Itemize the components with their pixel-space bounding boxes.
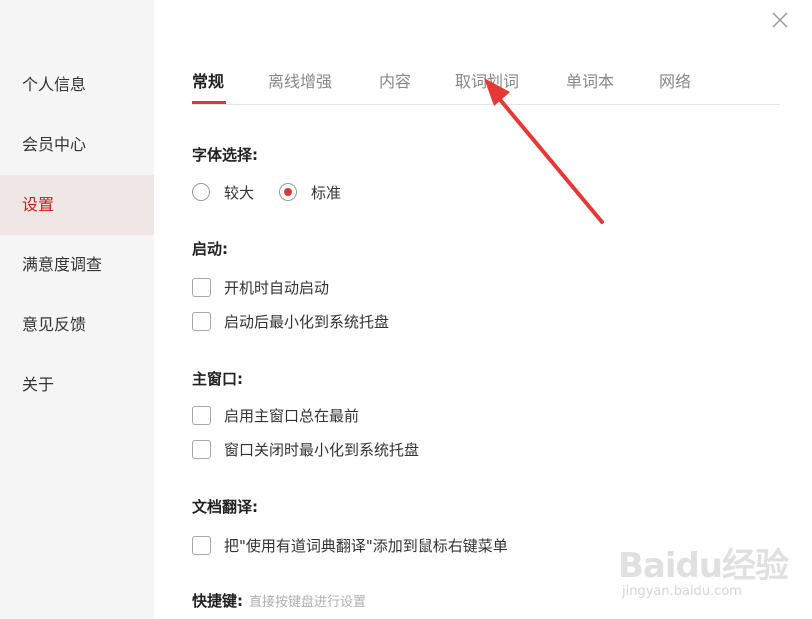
active-tab-underline	[192, 101, 226, 104]
font-section-title: 字体选择:	[192, 146, 258, 164]
baidu-watermark: Baidu经验 jingyan.baidu.com	[612, 532, 789, 610]
tab-network[interactable]: 网络	[659, 68, 691, 92]
tab-offline-enhance[interactable]: 离线增强	[268, 68, 332, 92]
doc-translate-context-menu-label: 把"使用有道词典翻译"添加到鼠标右键菜单	[224, 536, 508, 555]
startup-autostart-label: 开机时自动启动	[224, 278, 330, 297]
startup-minimize-tray-label: 启动后最小化到系统托盘	[224, 312, 390, 331]
sidebar: 个人信息 会员中心 设置 满意度调查 意见反馈 关于	[0, 0, 154, 619]
checkbox-context-menu[interactable]	[192, 535, 211, 555]
watermark-brand: Baidu经验	[618, 546, 789, 586]
checkbox-close-to-tray[interactable]	[192, 439, 211, 459]
settings-window: 个人信息 会员中心 设置 满意度调查 意见反馈 关于 常规 离线增强 内容 取词…	[0, 0, 812, 619]
main-window-close-to-tray-label: 窗口关闭时最小化到系统托盘	[224, 440, 420, 459]
main-window-close-to-tray[interactable]: 窗口关闭时最小化到系统托盘	[192, 438, 419, 460]
font-option-large-label: 较大	[224, 183, 255, 202]
main-window-always-on-top[interactable]: 启用主窗口总在最前	[192, 404, 359, 426]
font-option-standard-label: 标准	[311, 183, 342, 202]
main-window-always-on-top-label: 启用主窗口总在最前	[224, 406, 360, 425]
radio-standard[interactable]	[279, 183, 297, 201]
doc-translate-section-title: 文档翻译:	[192, 498, 258, 516]
tab-content[interactable]: 内容	[379, 68, 411, 92]
checkbox-autostart[interactable]	[192, 277, 211, 297]
startup-minimize-tray[interactable]: 启动后最小化到系统托盘	[192, 310, 389, 332]
close-icon	[772, 12, 788, 28]
startup-autostart[interactable]: 开机时自动启动	[192, 276, 329, 298]
checkbox-always-on-top[interactable]	[192, 405, 211, 425]
tab-general[interactable]: 常规	[192, 68, 224, 92]
sidebar-item-profile[interactable]: 个人信息	[0, 55, 154, 115]
doc-translate-context-menu[interactable]: 把"使用有道词典翻译"添加到鼠标右键菜单	[192, 534, 508, 556]
watermark-url: jingyan.baidu.com	[622, 584, 742, 599]
font-option-large[interactable]: 较大	[192, 181, 254, 203]
hotkey-hint[interactable]: 直接按键盘进行设置	[249, 591, 366, 610]
sidebar-item-about[interactable]: 关于	[0, 355, 154, 415]
startup-section-title: 启动:	[192, 240, 228, 258]
sidebar-item-feedback[interactable]: 意见反馈	[0, 295, 154, 355]
settings-tabs: 常规 离线增强 内容 取词划词 单词本 网络	[192, 62, 780, 105]
font-option-standard[interactable]: 标准	[279, 181, 341, 203]
checkbox-minimize-tray[interactable]	[192, 311, 211, 331]
radio-large[interactable]	[192, 183, 210, 201]
close-button[interactable]	[770, 10, 790, 30]
tab-wordbook[interactable]: 单词本	[566, 68, 614, 92]
main-window-section-title: 主窗口:	[192, 370, 243, 388]
hotkey-section-title: 快捷键:	[192, 592, 243, 610]
sidebar-item-settings[interactable]: 设置	[0, 175, 154, 235]
sidebar-item-survey[interactable]: 满意度调查	[0, 235, 154, 295]
tab-word-capture[interactable]: 取词划词	[455, 68, 519, 92]
hotkey-row: 快捷键: 直接按键盘进行设置	[192, 590, 366, 611]
sidebar-item-membership[interactable]: 会员中心	[0, 115, 154, 175]
